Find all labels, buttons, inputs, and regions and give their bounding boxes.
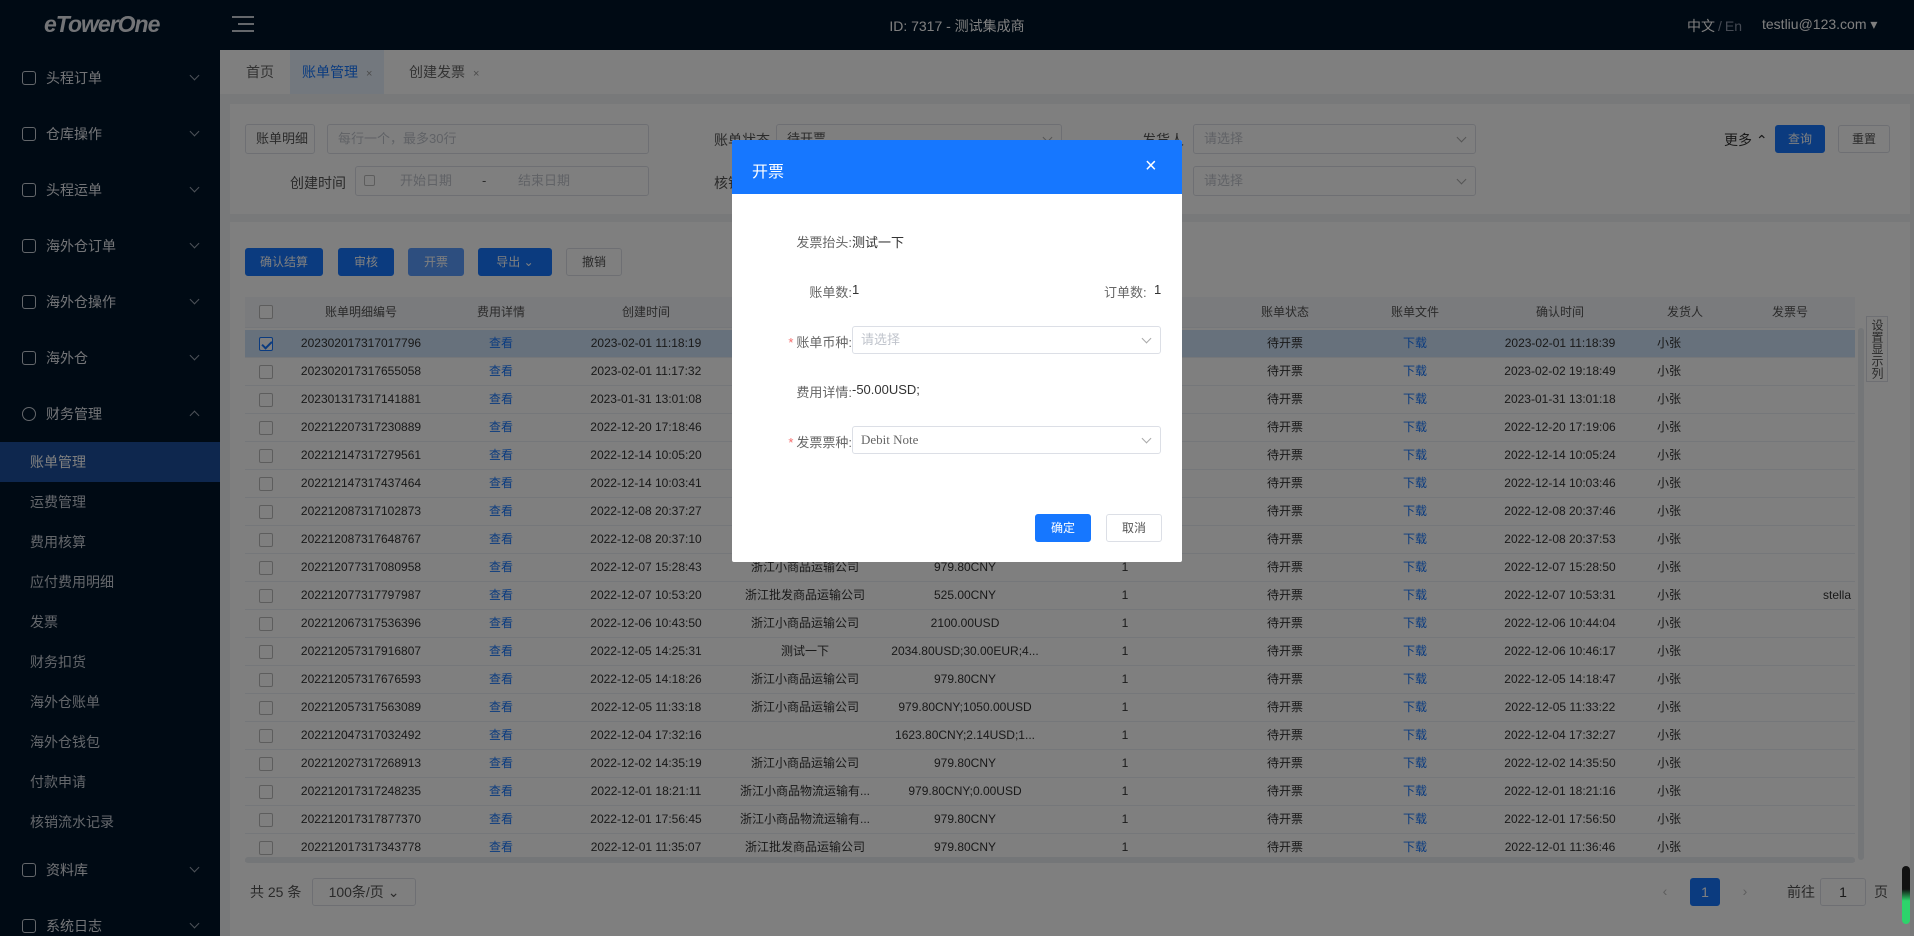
invoice-type-select[interactable]: Debit Note [852, 426, 1161, 454]
currency-select[interactable]: 请选择 [852, 326, 1161, 354]
invoice-dialog: 开票 × 发票抬头: 测试一下 账单数: 1 订单数: 1 * 账单币种: 请选择… [732, 140, 1182, 562]
label-text: 账单币种: [796, 335, 852, 350]
label-text: 发票票种: [796, 435, 852, 450]
chevron-down-icon [1141, 333, 1152, 344]
close-icon[interactable]: × [1145, 156, 1157, 176]
bill-count-label: 账单数: [809, 285, 852, 300]
fee-detail-label: 费用详情: [796, 385, 852, 400]
required-mark: * [788, 335, 794, 350]
dialog-title: 开票 [752, 164, 785, 181]
chevron-down-icon [1141, 433, 1152, 444]
required-mark: * [788, 435, 794, 450]
bill-count-value: 1 [852, 282, 860, 297]
order-count-label: 订单数: [1104, 285, 1147, 300]
invoice-type-label: * 发票票种: [732, 432, 852, 451]
select-value: Debit Note [861, 432, 919, 447]
dialog-header: 开票 × [732, 140, 1182, 194]
invoice-header-label: 发票抬头: [796, 235, 852, 250]
select-placeholder: 请选择 [861, 332, 901, 347]
fee-detail-value: -50.00USD; [852, 382, 920, 397]
scroll-indicator [1902, 866, 1910, 924]
cancel-button[interactable]: 取消 [1106, 514, 1162, 542]
currency-label: * 账单币种: [732, 332, 852, 351]
order-count-value: 1 [1154, 282, 1162, 297]
confirm-button[interactable]: 确定 [1035, 514, 1091, 542]
invoice-header-value: 测试一下 [852, 235, 905, 250]
